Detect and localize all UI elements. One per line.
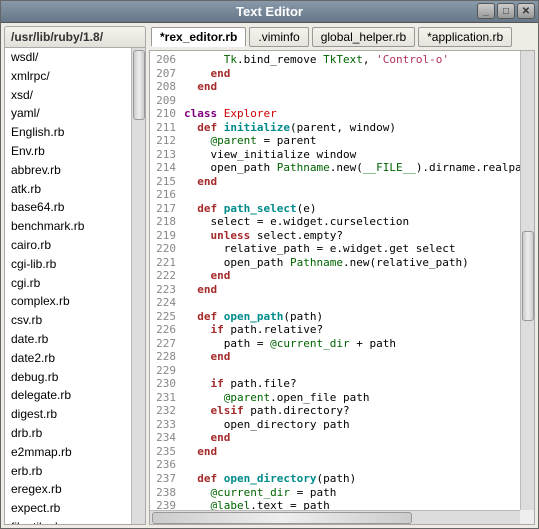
code-editor[interactable]: 206 207 208 209 210 211 212 213 214 215 …: [149, 50, 535, 525]
file-list-item[interactable]: date2.rb: [5, 349, 145, 368]
file-list[interactable]: wsdl/xmlrpc/xsd/yaml/English.rbEnv.rbabb…: [5, 48, 145, 524]
file-list-item[interactable]: e2mmap.rb: [5, 443, 145, 462]
scrollbar-thumb[interactable]: [152, 512, 412, 524]
file-list-item[interactable]: cgi.rb: [5, 274, 145, 293]
file-explorer: /usr/lib/ruby/1.8/ wsdl/xmlrpc/xsd/yaml/…: [4, 26, 146, 525]
tab-bar: *rex_editor.rb.viminfoglobal_helper.rb*a…: [149, 26, 535, 50]
file-list-item[interactable]: fileutils.rb: [5, 518, 145, 524]
scrollbar-thumb[interactable]: [522, 231, 534, 321]
file-list-item[interactable]: date.rb: [5, 330, 145, 349]
code-content[interactable]: Tk.bind_remove TkText, 'Control-o' end e…: [180, 51, 534, 524]
file-list-item[interactable]: English.rb: [5, 123, 145, 142]
file-list-item[interactable]: cairo.rb: [5, 236, 145, 255]
file-list-item[interactable]: drb.rb: [5, 424, 145, 443]
file-list-item[interactable]: debug.rb: [5, 368, 145, 387]
scroll-corner: [520, 510, 534, 524]
file-list-scrollbar[interactable]: [131, 48, 145, 524]
scrollbar-thumb[interactable]: [133, 50, 145, 120]
breadcrumb[interactable]: /usr/lib/ruby/1.8/: [4, 26, 146, 48]
minimize-button[interactable]: _: [477, 3, 495, 19]
file-list-item[interactable]: Env.rb: [5, 142, 145, 161]
editor-tab[interactable]: global_helper.rb: [312, 27, 415, 47]
file-list-item[interactable]: digest.rb: [5, 405, 145, 424]
file-list-item[interactable]: benchmark.rb: [5, 217, 145, 236]
editor-tab[interactable]: .viminfo: [249, 27, 308, 47]
file-list-item[interactable]: expect.rb: [5, 499, 145, 518]
file-list-item[interactable]: eregex.rb: [5, 480, 145, 499]
titlebar: Text Editor _ □ ✕: [1, 1, 538, 23]
file-list-item[interactable]: xsd/: [5, 86, 145, 105]
editor-pane: *rex_editor.rb.viminfoglobal_helper.rb*a…: [149, 26, 535, 525]
file-list-container: wsdl/xmlrpc/xsd/yaml/English.rbEnv.rbabb…: [4, 48, 146, 525]
line-gutter: 206 207 208 209 210 211 212 213 214 215 …: [150, 51, 180, 524]
editor-horizontal-scrollbar[interactable]: [150, 510, 520, 524]
file-list-item[interactable]: complex.rb: [5, 292, 145, 311]
file-list-item[interactable]: base64.rb: [5, 198, 145, 217]
editor-tab[interactable]: *rex_editor.rb: [151, 27, 246, 47]
maximize-button[interactable]: □: [497, 3, 515, 19]
app-window: Text Editor _ □ ✕ /usr/lib/ruby/1.8/ wsd…: [0, 0, 539, 529]
window-controls: _ □ ✕: [477, 3, 535, 19]
editor-tab[interactable]: *application.rb: [418, 27, 512, 47]
window-title: Text Editor: [236, 4, 303, 19]
file-list-item[interactable]: atk.rb: [5, 180, 145, 199]
file-list-item[interactable]: wsdl/: [5, 48, 145, 67]
file-list-item[interactable]: csv.rb: [5, 311, 145, 330]
content-area: /usr/lib/ruby/1.8/ wsdl/xmlrpc/xsd/yaml/…: [1, 23, 538, 528]
editor-vertical-scrollbar[interactable]: [520, 51, 534, 510]
file-list-item[interactable]: xmlrpc/: [5, 67, 145, 86]
file-list-item[interactable]: yaml/: [5, 104, 145, 123]
close-button[interactable]: ✕: [517, 3, 535, 19]
file-list-item[interactable]: cgi-lib.rb: [5, 255, 145, 274]
file-list-item[interactable]: delegate.rb: [5, 386, 145, 405]
file-list-item[interactable]: erb.rb: [5, 462, 145, 481]
file-list-item[interactable]: abbrev.rb: [5, 161, 145, 180]
